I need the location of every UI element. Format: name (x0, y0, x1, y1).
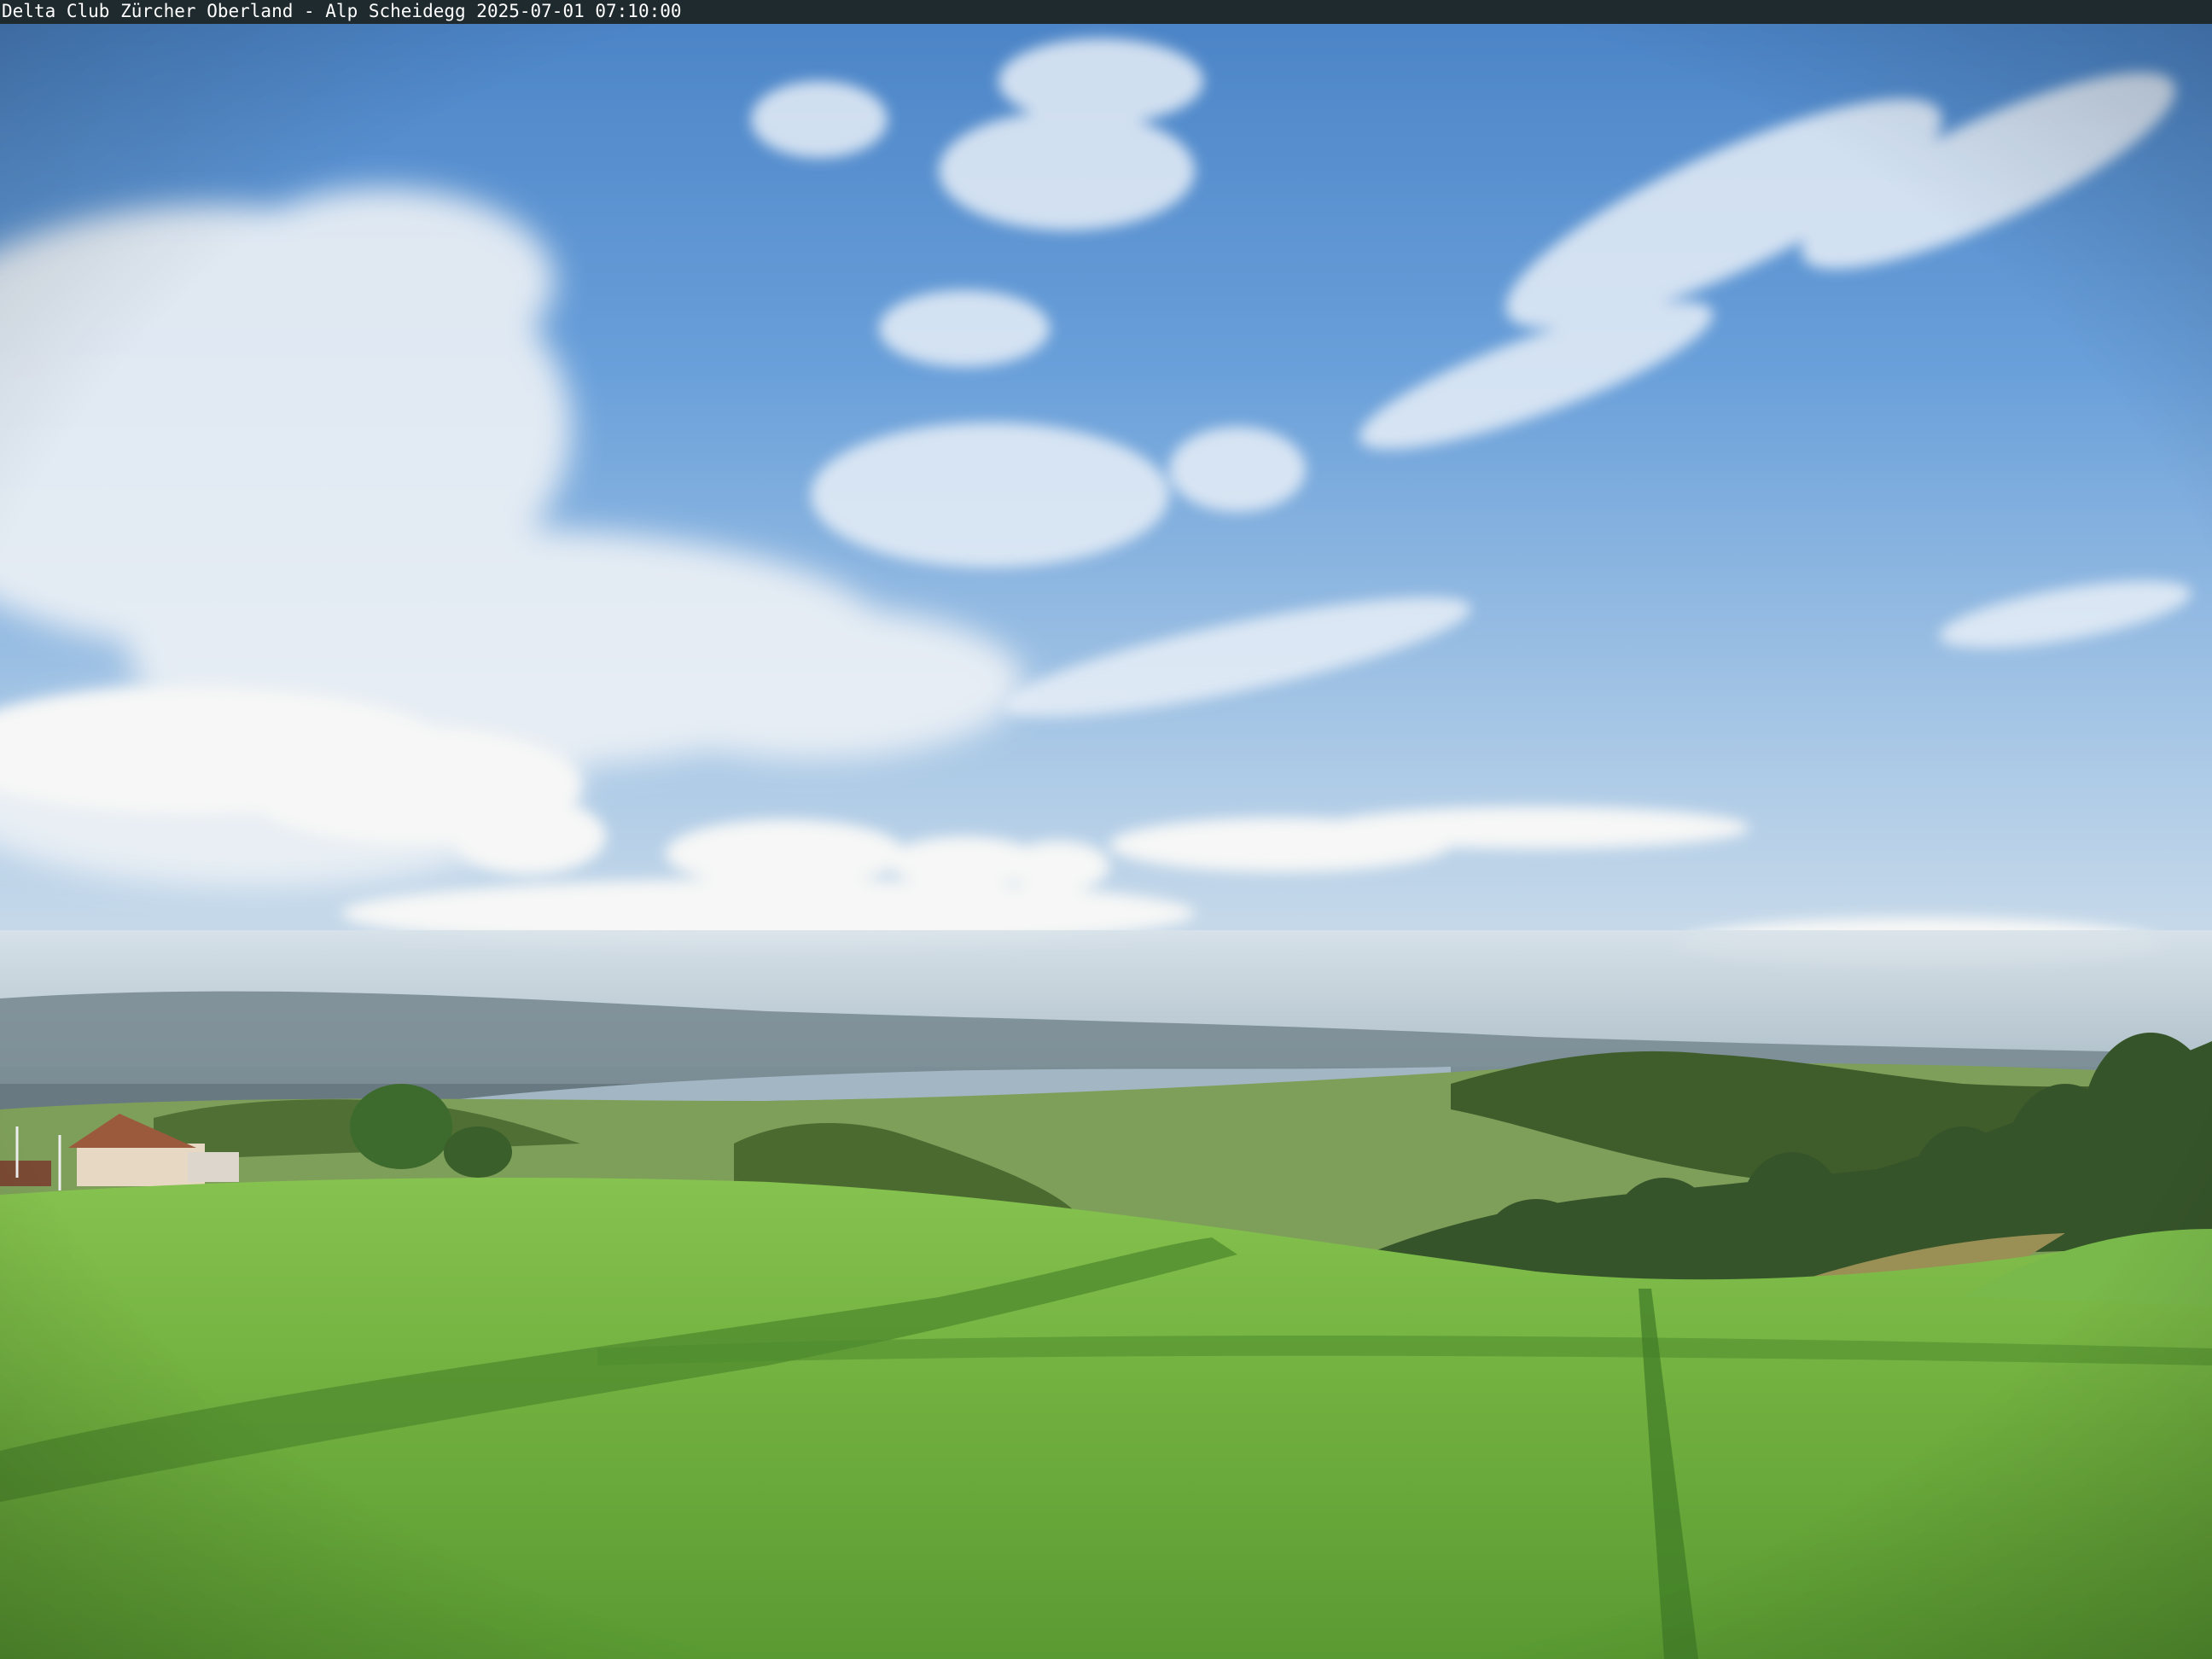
lens-vignette (0, 0, 2212, 1659)
webcam-frame: Delta Club Zürcher Oberland - Alp Scheid… (0, 0, 2212, 1659)
webcam-caption: Delta Club Zürcher Oberland - Alp Scheid… (2, 1, 682, 21)
webcam-image (0, 0, 2212, 1659)
